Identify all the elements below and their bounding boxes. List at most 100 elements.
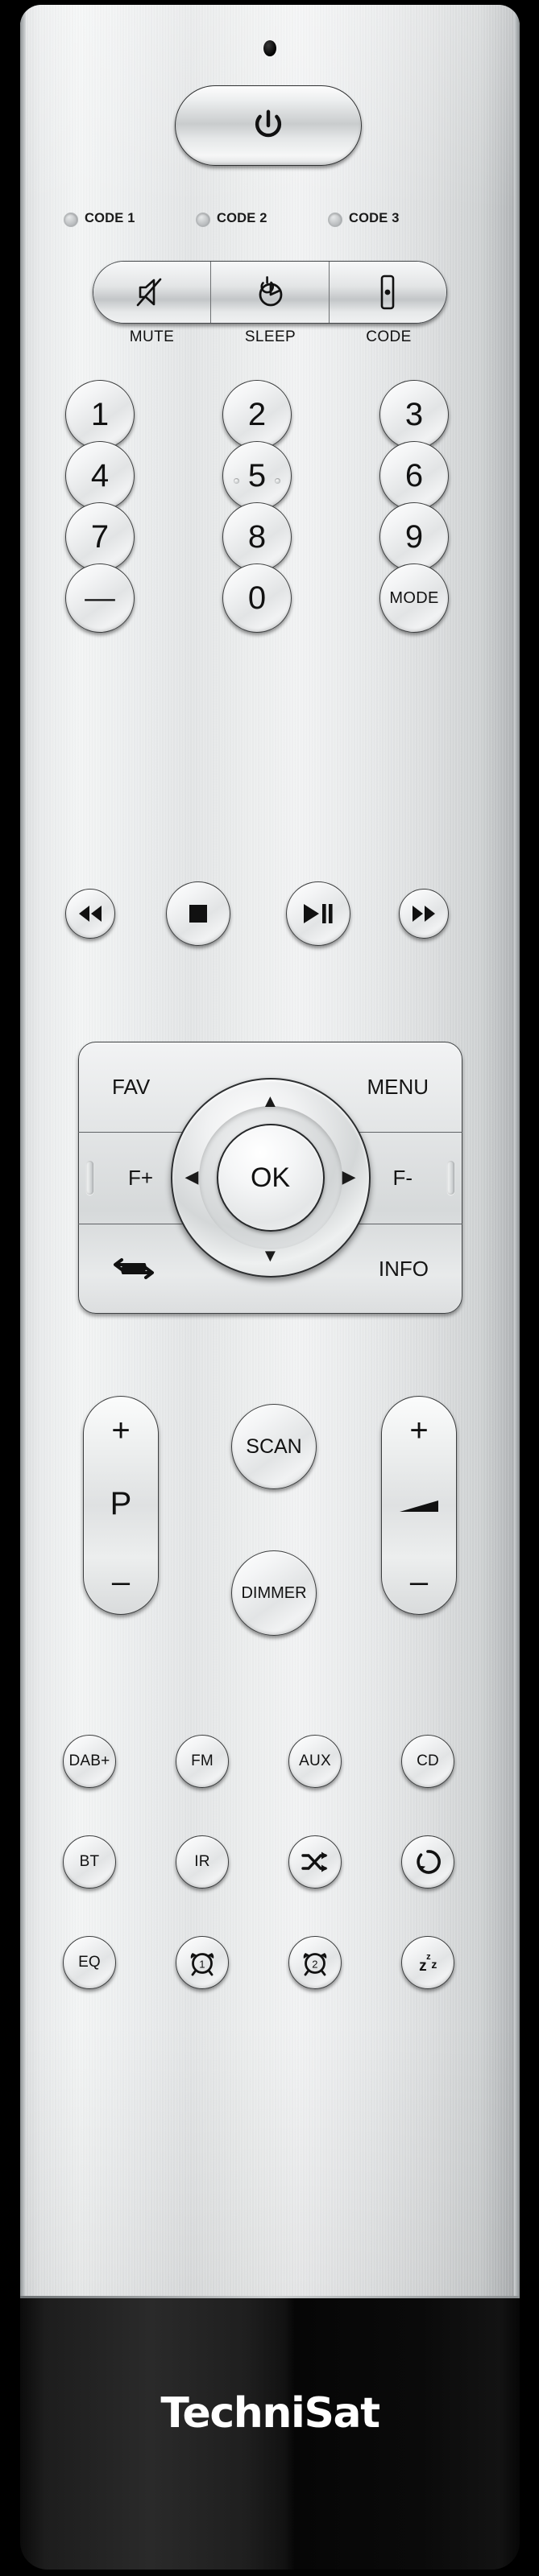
alarm-2-number: 2 xyxy=(312,1959,317,1971)
code-remote-icon xyxy=(381,275,395,310)
code-label: CODE xyxy=(366,328,412,345)
program-minus-label[interactable]: – xyxy=(84,1566,158,1598)
key-5-tactile-dot-left xyxy=(234,478,239,484)
screenshot-root: CODE 1 CODE 2 CODE 3 MUTE SLEEP CODE 1 2… xyxy=(0,0,539,2576)
info-label: INFO xyxy=(378,1256,429,1281)
code-3-label: CODE 3 xyxy=(349,211,400,225)
scan-label: SCAN xyxy=(246,1435,302,1458)
sleep-zzz-button[interactable]: z z z xyxy=(401,1936,454,1989)
bt-label: BT xyxy=(79,1853,100,1870)
mute-speaker-icon xyxy=(136,278,161,307)
dpad-up-arrow-icon[interactable]: ▲ xyxy=(262,1092,280,1110)
play-pause-button[interactable] xyxy=(286,881,350,946)
key-dashdash-label: –– xyxy=(85,582,115,613)
key-dashdash[interactable]: –– xyxy=(65,564,135,633)
alarm-clock-1-icon: 1 xyxy=(190,1953,214,1976)
code-1-led xyxy=(64,213,78,227)
key-2-label: 2 xyxy=(247,396,267,432)
code-2-led xyxy=(196,213,210,227)
ok-label: OK xyxy=(250,1162,291,1193)
ir-label: IR xyxy=(194,1853,210,1870)
svg-text:z: z xyxy=(419,1958,427,1975)
key-0-label: 0 xyxy=(247,580,267,616)
eq-button[interactable]: EQ xyxy=(63,1936,116,1989)
dpad-right-arrow-icon[interactable]: ▶ xyxy=(342,1168,356,1186)
aux-button[interactable]: AUX xyxy=(288,1735,342,1788)
key-3[interactable]: 3 xyxy=(379,380,449,449)
key-3-label: 3 xyxy=(404,396,424,432)
key-2[interactable]: 2 xyxy=(222,380,292,449)
shuffle-button[interactable] xyxy=(288,1835,342,1889)
alarm-clock-2-icon: 2 xyxy=(303,1953,327,1976)
key-5[interactable]: 5 xyxy=(222,441,292,510)
eq-label: EQ xyxy=(78,1954,101,1971)
code-button[interactable] xyxy=(328,262,446,323)
rewind-icon xyxy=(79,906,102,922)
dpad-ring[interactable]: ▲ ▼ ◀ ▶ OK xyxy=(170,1078,371,1278)
dimmer-label: DIMMER xyxy=(241,1583,307,1602)
scan-button[interactable]: SCAN xyxy=(231,1404,317,1489)
fm-button[interactable]: FM xyxy=(176,1735,229,1788)
alarm-1-button[interactable]: 1 xyxy=(176,1936,229,1989)
key-9[interactable]: 9 xyxy=(379,502,449,572)
dpad-left-arrow-icon[interactable]: ◀ xyxy=(185,1168,199,1186)
aux-label: AUX xyxy=(299,1752,331,1769)
volume-rocker[interactable]: + – xyxy=(381,1396,457,1615)
stop-button[interactable] xyxy=(166,881,230,946)
volume-plus-label[interactable]: + xyxy=(382,1414,456,1447)
code-1-label: CODE 1 xyxy=(85,211,135,225)
mute-button[interactable] xyxy=(93,262,211,323)
code-2-label: CODE 2 xyxy=(217,211,267,225)
cd-button[interactable]: CD xyxy=(401,1735,454,1788)
technisat-logo: TechniSat xyxy=(160,2389,380,2438)
menu-label: MENU xyxy=(367,1074,429,1099)
alarm-2-button[interactable]: 2 xyxy=(288,1936,342,1989)
dab-plus-button[interactable]: DAB+ xyxy=(63,1735,116,1788)
key-5-label: 5 xyxy=(247,457,267,493)
mode-label: MODE xyxy=(389,588,439,607)
code-3-led xyxy=(328,213,342,227)
dimmer-button[interactable]: DIMMER xyxy=(231,1550,317,1636)
fm-label: FM xyxy=(191,1752,214,1769)
alarm-1-number: 1 xyxy=(199,1959,205,1971)
shuffle-icon xyxy=(301,1852,328,1872)
volume-minus-label[interactable]: – xyxy=(382,1566,456,1598)
repeat-circle-button[interactable] xyxy=(401,1835,454,1889)
key-6-label: 6 xyxy=(404,457,424,493)
f-plus-label: F+ xyxy=(128,1165,154,1190)
fast-forward-button[interactable] xyxy=(399,889,449,939)
power-button[interactable] xyxy=(175,85,362,166)
key-7[interactable]: 7 xyxy=(65,502,135,572)
sleep-button[interactable] xyxy=(210,262,329,323)
key-0[interactable]: 0 xyxy=(222,564,292,633)
fast-forward-icon xyxy=(413,906,435,922)
body-left-edge xyxy=(20,5,26,2296)
body-right-edge xyxy=(514,5,520,2296)
program-rocker[interactable]: + P – xyxy=(83,1396,159,1615)
key-4[interactable]: 4 xyxy=(65,441,135,510)
stop-icon xyxy=(189,905,207,923)
fav-label: FAV xyxy=(112,1074,151,1099)
repeat-loop-icon xyxy=(114,1258,154,1279)
key-6[interactable]: 6 xyxy=(379,441,449,510)
bt-button[interactable]: BT xyxy=(63,1835,116,1889)
key-1[interactable]: 1 xyxy=(65,380,135,449)
rewind-button[interactable] xyxy=(65,889,115,939)
key-8[interactable]: 8 xyxy=(222,502,292,572)
dab-plus-label: DAB+ xyxy=(68,1752,110,1769)
remote-footer: TechniSat xyxy=(20,2296,520,2570)
ir-led-indicator xyxy=(263,40,276,56)
power-icon xyxy=(255,109,282,138)
play-pause-icon xyxy=(304,904,333,923)
ok-button[interactable]: OK xyxy=(216,1124,325,1232)
ir-button[interactable]: IR xyxy=(176,1835,229,1889)
navigation-cluster: FAV MENU F+ F- INFO ▲ ▼ ◀ ▶ OK xyxy=(78,1042,462,1314)
key-7-label: 7 xyxy=(90,518,110,555)
program-plus-label[interactable]: + xyxy=(84,1414,158,1447)
mode-button[interactable]: MODE xyxy=(379,564,449,633)
cd-label: CD xyxy=(417,1752,439,1769)
program-label: P xyxy=(110,1486,132,1521)
key-8-label: 8 xyxy=(247,518,267,555)
f-minus-label: F- xyxy=(392,1165,413,1190)
dpad-down-arrow-icon[interactable]: ▼ xyxy=(262,1247,280,1265)
